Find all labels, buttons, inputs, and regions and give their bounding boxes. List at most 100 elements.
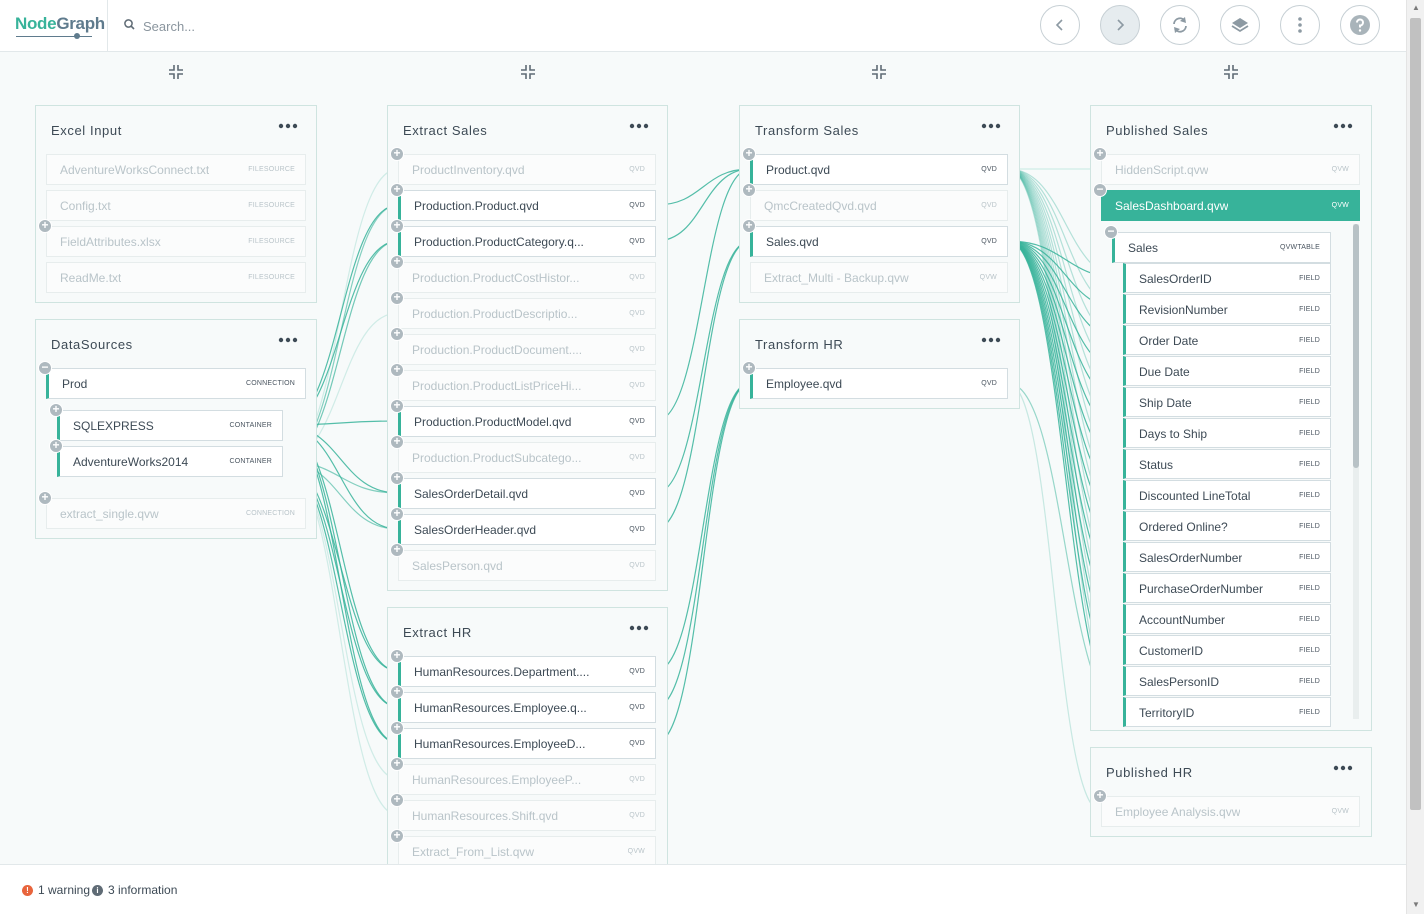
expand-node-icon[interactable]: + [390,255,404,269]
expand-node-icon[interactable]: + [742,219,756,233]
field-node[interactable]: Discounted LineTotal FIELD [1123,480,1331,510]
collapse-column-icon[interactable] [168,64,184,80]
expand-node-icon[interactable]: + [390,471,404,485]
expand-node-icon[interactable]: + [390,507,404,521]
node-datasources[interactable]: extract_single.qvw CONNECTION [46,498,306,529]
expand-node-icon[interactable]: + [1093,147,1107,161]
window-scrollbar-thumb[interactable] [1410,18,1421,810]
node-extract-sales[interactable]: ProductInventory.qvd QVD [398,154,656,185]
nodegraph-logo[interactable]: NodeGraph [15,14,105,40]
node-excel-input[interactable]: FieldAttributes.xlsx FILESOURCE [46,226,306,257]
node-excel-input[interactable]: AdventureWorksConnect.txt FILESOURCE [46,154,306,185]
more-horizontal-icon[interactable] [278,334,298,346]
back-button[interactable] [1040,5,1080,45]
field-node[interactable]: Order Date FIELD [1123,325,1331,355]
expand-node-icon[interactable]: + [390,793,404,807]
node-transform-sales[interactable]: Extract_Multi - Backup.qvw QVW [750,262,1008,293]
field-node[interactable]: TerritoryID FIELD [1123,697,1331,727]
expand-node-icon[interactable]: + [390,543,404,557]
field-node[interactable]: AccountNumber FIELD [1123,604,1331,634]
node-extract-sales[interactable]: Production.ProductDocument.... QVD [398,334,656,365]
expand-node-icon[interactable]: + [390,435,404,449]
forward-button[interactable] [1100,5,1140,45]
expand-node-icon[interactable]: + [1093,789,1107,803]
collapse-column-icon[interactable] [1223,64,1239,80]
node-datasources[interactable]: AdventureWorks2014 CONTAINER [57,446,283,477]
expand-node-icon[interactable]: + [390,327,404,341]
collapse-node-icon[interactable]: − [1093,183,1107,197]
node-transform-hr[interactable]: Employee.qvd QVD [750,368,1008,399]
expand-node-icon[interactable]: + [390,829,404,843]
collapse-node-icon[interactable]: − [38,361,52,375]
node-extract-hr[interactable]: HumanResources.Employee.q... QVD [398,692,656,723]
field-node[interactable]: Status FIELD [1123,449,1331,479]
field-node[interactable]: SalesPersonID FIELD [1123,666,1331,696]
node-transform-sales[interactable]: Product.qvd QVD [750,154,1008,185]
node-excel-input[interactable]: ReadMe.txt FILESOURCE [46,262,306,293]
node-transform-sales[interactable]: Sales.qvd QVD [750,226,1008,257]
field-node[interactable]: SalesOrderNumber FIELD [1123,542,1331,572]
node-extract-hr[interactable]: Extract_From_List.qvw QVW [398,836,656,867]
more-horizontal-icon[interactable] [629,120,649,132]
field-node[interactable]: RevisionNumber FIELD [1123,294,1331,324]
node-extract-sales[interactable]: Production.ProductCostHistor... QVD [398,262,656,293]
scroll-down-icon[interactable]: ▼ [1412,900,1420,909]
expand-node-icon[interactable]: + [742,183,756,197]
fields-scrollbar[interactable] [1353,224,1359,719]
more-horizontal-icon[interactable] [629,622,649,634]
node-extract-hr[interactable]: HumanResources.Shift.qvd QVD [398,800,656,831]
help-button[interactable] [1340,5,1380,45]
more-horizontal-icon[interactable] [1333,120,1353,132]
search-input[interactable] [143,15,643,37]
field-node[interactable]: Ship Date FIELD [1123,387,1331,417]
expand-node-icon[interactable]: + [390,757,404,771]
more-horizontal-icon[interactable] [1333,762,1353,774]
expand-node-icon[interactable]: + [390,399,404,413]
collapse-column-icon[interactable] [871,64,887,80]
node-datasources[interactable]: Prod CONNECTION [46,368,306,399]
expand-node-icon[interactable]: + [390,685,404,699]
node-extract-hr[interactable]: HumanResources.EmployeeD... QVD [398,728,656,759]
expand-node-icon[interactable]: + [390,649,404,663]
node-published-sales[interactable]: Sales QVWTABLE [1112,232,1331,263]
node-extract-sales[interactable]: Production.ProductSubcatego... QVD [398,442,656,473]
more-menu-button[interactable] [1280,5,1320,45]
field-node[interactable]: SalesOrderID FIELD [1123,263,1331,293]
field-node[interactable]: PurchaseOrderNumber FIELD [1123,573,1331,603]
node-excel-input[interactable]: Config.txt FILESOURCE [46,190,306,221]
expand-node-icon[interactable]: + [390,291,404,305]
node-published-sales[interactable]: HiddenScript.qvw QVW [1101,154,1360,185]
expand-node-icon[interactable]: + [742,147,756,161]
field-node[interactable]: CustomerID FIELD [1123,635,1331,665]
field-node[interactable]: Due Date FIELD [1123,356,1331,386]
collapse-node-icon[interactable]: − [1104,225,1118,239]
node-extract-sales[interactable]: Production.ProductListPriceHi... QVD [398,370,656,401]
fields-scrollbar-thumb[interactable] [1353,224,1359,468]
more-horizontal-icon[interactable] [981,120,1001,132]
more-horizontal-icon[interactable] [278,120,298,132]
node-extract-sales[interactable]: Production.Product.qvd QVD [398,190,656,221]
expand-node-icon[interactable]: + [390,721,404,735]
expand-node-icon[interactable]: + [38,219,52,233]
expand-node-icon[interactable]: + [49,439,63,453]
refresh-button[interactable] [1160,5,1200,45]
node-extract-sales[interactable]: Production.ProductDescriptio... QVD [398,298,656,329]
node-published-sales[interactable]: SalesDashboard.qvw QVW [1101,190,1360,221]
node-extract-sales[interactable]: SalesOrderDetail.qvd QVD [398,478,656,509]
expand-node-icon[interactable]: + [38,491,52,505]
node-extract-hr[interactable]: HumanResources.Department.... QVD [398,656,656,687]
field-node[interactable]: Days to Ship FIELD [1123,418,1331,448]
node-extract-sales[interactable]: Production.ProductModel.qvd QVD [398,406,656,437]
expand-node-icon[interactable]: + [49,403,63,417]
collapse-column-icon[interactable] [520,64,536,80]
expand-node-icon[interactable]: + [390,219,404,233]
window-scrollbar[interactable]: ▲ ▼ [1406,0,1424,914]
field-node[interactable]: Ordered Online? FIELD [1123,511,1331,541]
node-transform-sales[interactable]: QmcCreatedQvd.qvd QVD [750,190,1008,221]
expand-node-icon[interactable]: + [742,361,756,375]
layers-button[interactable] [1220,5,1260,45]
node-extract-hr[interactable]: HumanResources.EmployeeP... QVD [398,764,656,795]
node-datasources[interactable]: SQLEXPRESS CONTAINER [57,410,283,441]
info-status[interactable]: i 3 information [92,883,177,897]
node-extract-sales[interactable]: Production.ProductCategory.q... QVD [398,226,656,257]
